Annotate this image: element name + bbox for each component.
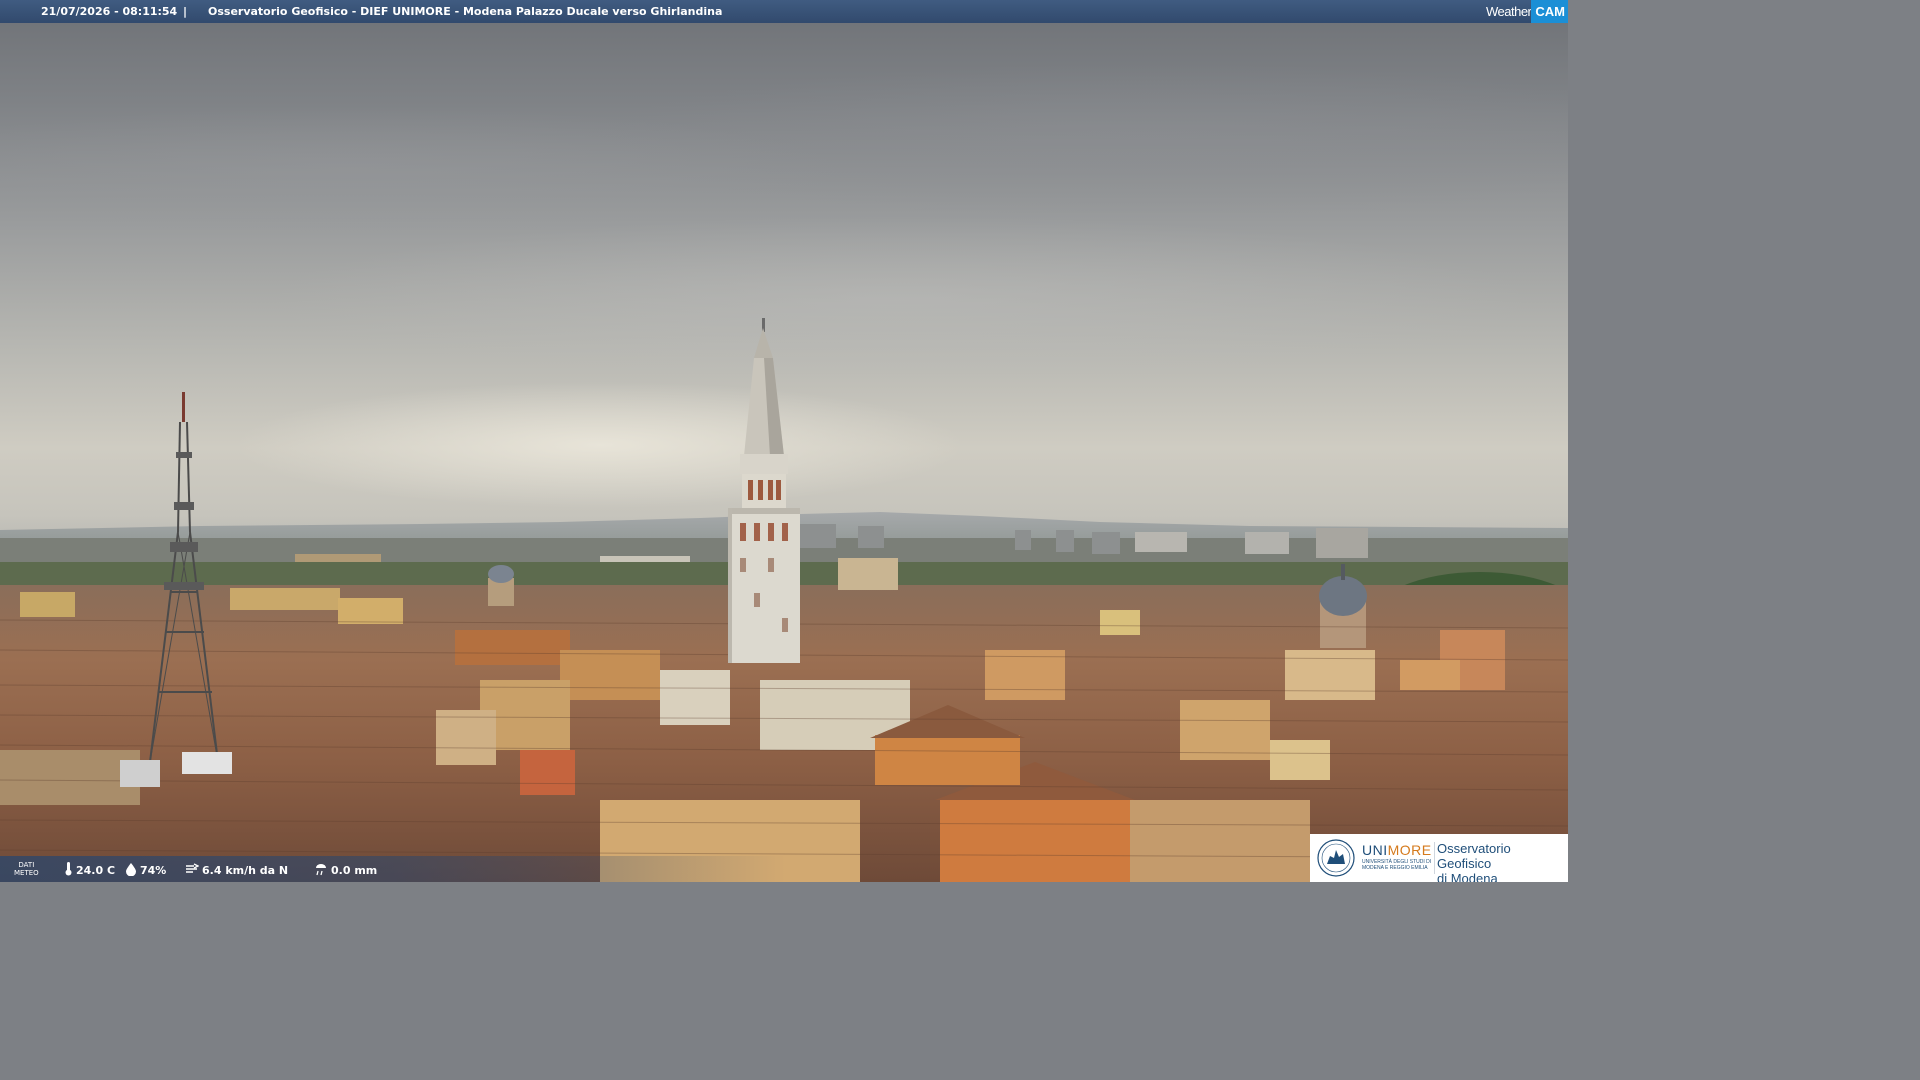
- wind-icon: [186, 863, 200, 873]
- rain-reading: 0.0 mm: [314, 862, 377, 877]
- rain-gauge-icon: [316, 864, 326, 876]
- logo-divider: [1434, 842, 1435, 874]
- unimore-subtitle: UNIVERSITÀ DEGLI STUDI DI MODENA E REGGI…: [1362, 859, 1432, 871]
- wind-reading: 6.4 km/h da N: [185, 862, 288, 877]
- unimore-seal-icon: [1317, 839, 1355, 877]
- header-separator: |: [183, 5, 188, 18]
- weathercam-logo: Weather CAM: [1486, 0, 1568, 23]
- timestamp: 21/07/2026 - 08:11:54: [41, 5, 178, 18]
- observatory-name: Osservatorio Geofisico di Modena: [1437, 841, 1511, 882]
- ghirlandina-tower: [728, 318, 800, 663]
- webcam-header-bar: 21/07/2026 - 08:11:54 | Osservatorio Geo…: [0, 0, 1568, 23]
- camera-title: Osservatorio Geofisico - DIEF UNIMORE - …: [208, 5, 723, 18]
- meteo-label: DATI METEO: [14, 861, 39, 877]
- small-cupola: [488, 565, 514, 606]
- webcam-frame: 21/07/2026 - 08:11:54 | Osservatorio Geo…: [0, 0, 1568, 882]
- unimore-logo-box: UNIMORE UNIVERSITÀ DEGLI STUDI DI MODENA…: [1310, 834, 1568, 882]
- humidity-reading: 74%: [125, 862, 166, 877]
- antenna-tower: [120, 392, 232, 787]
- thermometer-icon: [65, 862, 72, 876]
- meteo-data-strip: DATI METEO 24.0 C 74% 6.4 km/h da N 0.0 …: [0, 856, 1310, 882]
- temperature-reading: 24.0 C: [64, 862, 115, 877]
- humidity-icon: [126, 863, 136, 877]
- unimore-wordmark: UNIMORE: [1362, 842, 1432, 858]
